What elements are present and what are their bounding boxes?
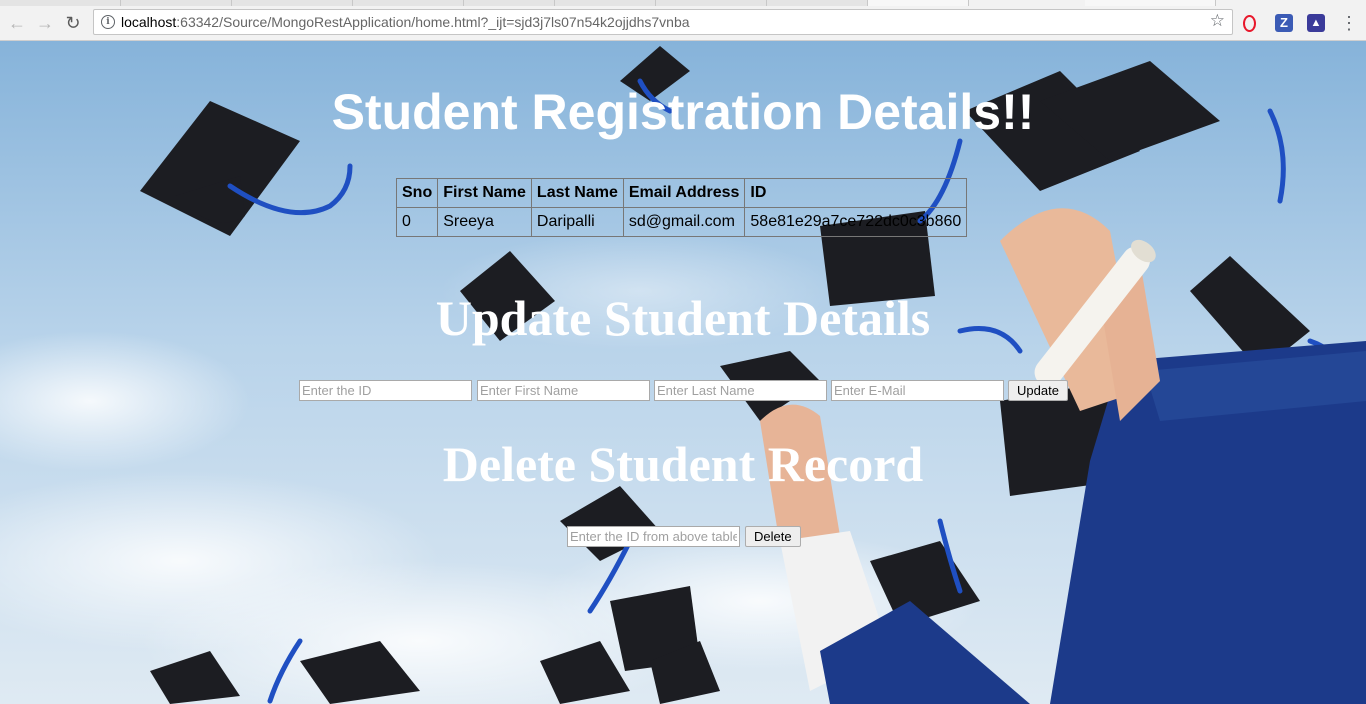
star-icon[interactable]: ☆ xyxy=(1210,11,1225,31)
info-icon[interactable]: i xyxy=(101,15,115,29)
delete-id-input[interactable] xyxy=(567,526,740,547)
students-table: Sno First Name Last Name Email Address I… xyxy=(395,178,968,237)
update-id-input[interactable] xyxy=(299,380,472,401)
cell-last-name: Daripalli xyxy=(530,207,624,237)
forward-icon[interactable]: → xyxy=(34,12,56,34)
url-host: localhost xyxy=(121,14,177,30)
update-last-name-input[interactable] xyxy=(654,380,827,401)
cell-id: 58e81e29a7ce722dc0c3b860 xyxy=(744,207,968,237)
cell-first-name: Sreeya xyxy=(437,207,532,237)
opera-icon[interactable] xyxy=(1243,15,1256,32)
page-content: Student Registration Details!! Sno First… xyxy=(0,41,1366,704)
url-text[interactable]: localhost:63342/Source/MongoRestApplicat… xyxy=(121,14,690,30)
table-row: 0 Sreeya Daripalli sd@gmail.com 58e81e29… xyxy=(395,207,968,237)
page-viewport: Student Registration Details!! Sno First… xyxy=(0,41,1366,704)
back-icon[interactable]: ← xyxy=(6,12,28,34)
cell-email: sd@gmail.com xyxy=(622,207,746,237)
delete-button[interactable]: Delete xyxy=(745,526,801,547)
address-bar[interactable]: i localhost:63342/Source/MongoRestApplic… xyxy=(93,9,1233,35)
column-header-first-name: First Name xyxy=(437,178,532,208)
z-extension-icon[interactable]: Z xyxy=(1275,14,1293,32)
update-email-input[interactable] xyxy=(831,380,1004,401)
column-header-id: ID xyxy=(744,178,968,208)
reload-icon[interactable]: ↻ xyxy=(62,12,84,34)
menu-icon[interactable]: ⋮ xyxy=(1340,14,1358,32)
column-header-last-name: Last Name xyxy=(530,178,624,208)
extension-icon[interactable]: ▲ xyxy=(1307,14,1325,32)
cell-sno: 0 xyxy=(395,207,439,237)
page-title: Student Registration Details!! xyxy=(331,84,1035,140)
table-header-row: Sno First Name Last Name Email Address I… xyxy=(395,178,968,208)
browser-toolbar: ← → ↻ i localhost:63342/Source/MongoRest… xyxy=(0,6,1366,41)
update-first-name-input[interactable] xyxy=(477,380,650,401)
delete-heading: Delete Student Record xyxy=(442,436,924,492)
column-header-email: Email Address xyxy=(622,178,746,208)
update-heading: Update Student Details xyxy=(435,290,931,346)
column-header-sno: Sno xyxy=(395,178,439,208)
url-path: :63342/Source/MongoRestApplication/home.… xyxy=(176,14,690,30)
update-button[interactable]: Update xyxy=(1008,380,1068,401)
